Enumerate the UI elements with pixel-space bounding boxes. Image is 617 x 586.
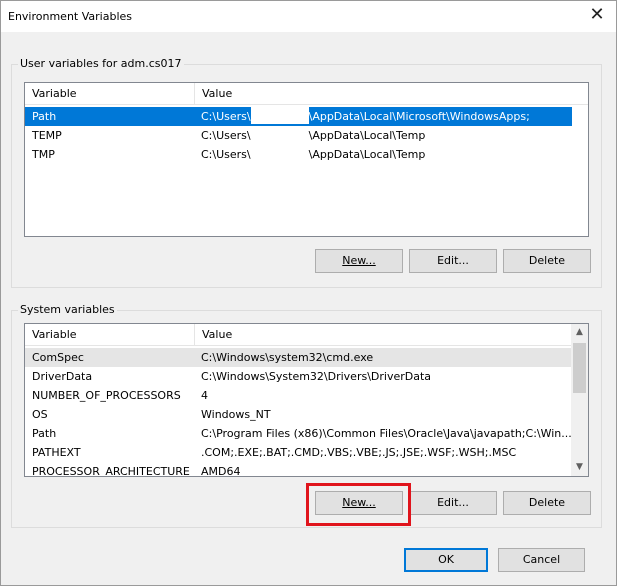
cancel-button[interactable]: Cancel: [498, 548, 585, 572]
value-cell: Windows_NT: [201, 408, 271, 421]
system-variables-list[interactable]: Variable Value ComSpec C:\Windows\system…: [24, 323, 589, 477]
table-row[interactable]: PROCESSOR_ARCHITECTURE AMD64: [25, 462, 572, 477]
user-delete-button[interactable]: Delete: [503, 249, 591, 273]
variable-cell: PATHEXT: [32, 446, 81, 459]
table-row[interactable]: TMP C:\Users\ \AppData\Local\Temp: [25, 145, 572, 164]
value-cell: C:\Users\ \AppData\Local\Microsoft\Window…: [201, 107, 530, 126]
variable-cell: NUMBER_OF_PROCESSORS: [32, 389, 181, 402]
table-row[interactable]: Path C:\Users\ \AppData\Local\Microsoft\W…: [25, 107, 572, 126]
environment-variables-dialog: Environment Variables ✕ User variables f…: [0, 0, 617, 586]
variable-cell: ComSpec: [32, 351, 84, 364]
scrollbar-thumb[interactable]: [573, 343, 586, 393]
list-header: Variable Value: [25, 324, 571, 346]
system-variables-legend: System variables: [18, 303, 117, 316]
table-row[interactable]: OS Windows_NT: [25, 405, 572, 424]
red-highlight-annotation: [306, 483, 411, 526]
system-delete-button[interactable]: Delete: [503, 491, 591, 515]
redaction-box: [250, 107, 309, 124]
column-header-value[interactable]: Value: [194, 324, 573, 346]
user-variables-legend: User variables for adm.cs017: [18, 57, 184, 70]
title-bar: Environment Variables ✕: [1, 1, 616, 32]
value-cell: AMD64: [201, 465, 241, 477]
value-cell: C:\Users\ \AppData\Local\Temp: [201, 126, 425, 145]
user-new-button[interactable]: New...: [315, 249, 403, 273]
close-icon[interactable]: ✕: [584, 5, 610, 27]
variable-cell: DriverData: [32, 370, 93, 383]
user-variables-list[interactable]: Variable Value Path C:\Users\ \AppData\Lo…: [24, 82, 589, 237]
column-header-variable[interactable]: Variable: [25, 83, 194, 105]
value-cell: C:\Windows\System32\Drivers\DriverData: [201, 370, 432, 383]
scroll-down-icon[interactable]: ▼: [571, 459, 588, 476]
user-edit-button[interactable]: Edit...: [409, 249, 497, 273]
variable-cell: Path: [32, 427, 57, 440]
column-header-value[interactable]: Value: [194, 83, 588, 105]
redaction-box: [250, 145, 309, 162]
value-cell: C:\Program Files (x86)\Common Files\Orac…: [201, 427, 572, 440]
system-edit-button[interactable]: Edit...: [409, 491, 497, 515]
table-row[interactable]: ComSpec C:\Windows\system32\cmd.exe: [25, 348, 572, 367]
table-row[interactable]: Path C:\Program Files (x86)\Common Files…: [25, 424, 572, 443]
variable-cell: OS: [32, 408, 48, 421]
column-header-variable[interactable]: Variable: [25, 324, 194, 346]
variable-cell: TEMP: [32, 129, 62, 142]
redaction-box: [250, 126, 309, 143]
variable-cell: TMP: [32, 148, 55, 161]
table-row[interactable]: TEMP C:\Users\ \AppData\Local\Temp: [25, 126, 572, 145]
scroll-up-icon[interactable]: ▲: [571, 324, 588, 341]
table-row[interactable]: DriverData C:\Windows\System32\Drivers\D…: [25, 367, 572, 386]
variable-cell: Path: [32, 110, 57, 123]
table-row[interactable]: PATHEXT .COM;.EXE;.BAT;.CMD;.VBS;.VBE;.J…: [25, 443, 572, 462]
value-cell: C:\Windows\system32\cmd.exe: [201, 351, 374, 364]
vertical-scrollbar[interactable]: ▲ ▼: [571, 324, 588, 476]
ok-button[interactable]: OK: [404, 548, 488, 572]
table-row[interactable]: NUMBER_OF_PROCESSORS 4: [25, 386, 572, 405]
value-cell: .COM;.EXE;.BAT;.CMD;.VBS;.VBE;.JS;.JSE;.…: [201, 446, 517, 459]
list-header: Variable Value: [25, 83, 588, 105]
value-cell: C:\Users\ \AppData\Local\Temp: [201, 145, 425, 164]
window-title: Environment Variables: [8, 10, 133, 23]
variable-cell: PROCESSOR_ARCHITECTURE: [32, 465, 190, 477]
value-cell: 4: [201, 389, 208, 402]
